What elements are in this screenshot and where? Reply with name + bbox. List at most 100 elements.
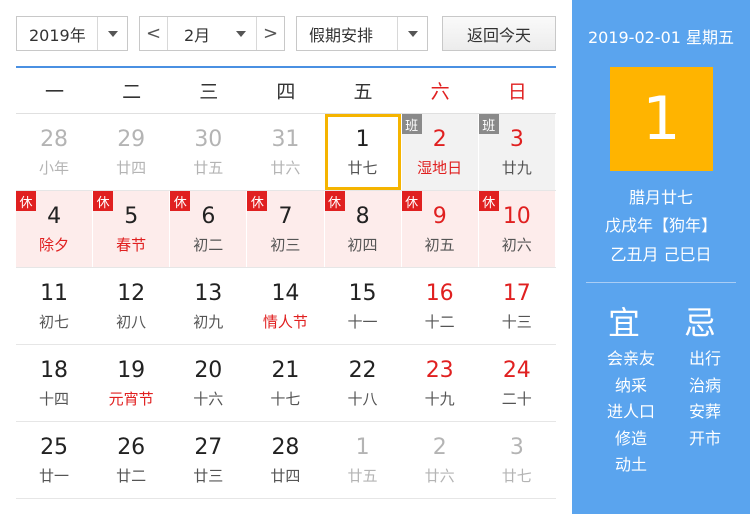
day-cell[interactable]: 16 十二 bbox=[402, 268, 479, 344]
rest-day-badge: 休 bbox=[16, 191, 36, 211]
chevron-down-icon[interactable] bbox=[97, 17, 127, 50]
rest-day-badge: 休 bbox=[247, 191, 268, 211]
day-cell[interactable]: 27 廿三 bbox=[170, 422, 247, 498]
lunar-label: 廿六 bbox=[424, 466, 455, 485]
day-cell[interactable]: 休 10 初六 bbox=[478, 191, 556, 267]
day-cell[interactable]: 休 4 除夕 bbox=[16, 191, 94, 267]
holiday-select[interactable]: 假期安排 bbox=[296, 16, 428, 51]
day-cell[interactable]: 班 3 廿九 bbox=[478, 114, 556, 190]
day-number: 27 bbox=[194, 434, 223, 460]
week-row: 28 小年 29 廿四 30 廿五 31 廿六 1 廿七班 2 湿地日班 3 廿九 bbox=[16, 114, 556, 191]
day-cell[interactable]: 17 十三 bbox=[479, 268, 556, 344]
rest-day-badge: 休 bbox=[478, 191, 499, 211]
day-cell[interactable]: 15 十一 bbox=[325, 268, 402, 344]
day-cell[interactable]: 休 5 春节 bbox=[93, 191, 171, 267]
day-number: 24 bbox=[502, 357, 531, 383]
chevron-down-icon[interactable] bbox=[397, 17, 427, 50]
lunar-label: 情人节 bbox=[262, 312, 308, 331]
lunar-label: 小年 bbox=[39, 158, 70, 177]
lunar-label: 十八 bbox=[347, 389, 378, 408]
next-month-button[interactable]: > bbox=[256, 17, 284, 50]
yi-heading: 宜 bbox=[608, 304, 641, 342]
almanac-item: 纳采 bbox=[614, 375, 647, 395]
holiday-select-value: 假期安排 bbox=[309, 25, 374, 45]
day-cell[interactable]: 24 二十 bbox=[479, 345, 556, 421]
lunar-label: 十二 bbox=[424, 312, 455, 331]
day-cell[interactable]: 21 十七 bbox=[247, 345, 324, 421]
day-cell[interactable]: 31 廿六 bbox=[247, 114, 324, 190]
lunar-label: 廿五 bbox=[347, 466, 378, 485]
ji-heading: 忌 bbox=[684, 304, 717, 342]
day-number: 17 bbox=[502, 280, 531, 306]
day-cell[interactable]: 11 初七 bbox=[16, 268, 93, 344]
ji-list: 出行 治病 安葬 开市 bbox=[674, 346, 736, 452]
day-cell[interactable]: 3 廿七 bbox=[479, 422, 556, 498]
day-cell[interactable]: 26 廿二 bbox=[93, 422, 170, 498]
back-to-today-button[interactable]: 返回今天 bbox=[442, 16, 556, 51]
week-row: 休 4 除夕休 5 春节休 6 初二休 7 初三休 8 初四休 9 初五休 10 初六 bbox=[16, 191, 556, 268]
weekday-label: 一 bbox=[45, 81, 65, 103]
year-select[interactable]: 2019年 bbox=[16, 16, 128, 51]
lunar-label: 初八 bbox=[116, 312, 147, 331]
day-detail-panel: 2019-02-01 星期五 1 腊月廿七 戊戌年【狗年】 乙丑月 己巳日 宜 … bbox=[572, 0, 750, 514]
day-number: 30 bbox=[194, 126, 223, 152]
year-select-value: 2019年 bbox=[29, 25, 86, 45]
day-cell[interactable]: 20 十六 bbox=[170, 345, 247, 421]
day-number: 31 bbox=[271, 126, 300, 152]
lunar-label: 廿九 bbox=[501, 158, 532, 177]
day-number: 11 bbox=[40, 280, 69, 306]
month-select[interactable]: 2月 bbox=[168, 17, 256, 50]
day-number: 13 bbox=[194, 280, 223, 306]
day-cell[interactable]: 14 情人节 bbox=[247, 268, 324, 344]
almanac-item: 修造 bbox=[614, 428, 647, 448]
day-cell[interactable]: 13 初九 bbox=[170, 268, 247, 344]
day-cell[interactable]: 23 十九 bbox=[402, 345, 479, 421]
month-select-value: 2月 bbox=[184, 25, 211, 45]
almanac-item: 进人口 bbox=[606, 402, 655, 421]
rest-day-badge: 休 bbox=[324, 191, 345, 211]
lunar-label: 廿五 bbox=[193, 158, 224, 177]
lunar-date: 腊月廿七 bbox=[628, 188, 693, 207]
day-number: 8 bbox=[355, 203, 370, 229]
rest-day-badge: 休 bbox=[93, 191, 114, 211]
ganzhi-year: 戊戌年【狗年】 bbox=[604, 216, 717, 235]
day-number: 5 bbox=[124, 203, 139, 229]
day-cell[interactable]: 12 初八 bbox=[93, 268, 170, 344]
day-cell[interactable]: 休 6 初二 bbox=[170, 191, 248, 267]
day-cell[interactable]: 30 廿五 bbox=[170, 114, 247, 190]
day-number: 26 bbox=[117, 434, 146, 460]
lunar-label: 初六 bbox=[501, 235, 532, 254]
weekday-header: 一二三四五六日 bbox=[16, 68, 556, 114]
day-cell[interactable]: 22 十八 bbox=[325, 345, 402, 421]
day-number: 20 bbox=[194, 357, 223, 383]
almanac-item: 开市 bbox=[688, 428, 721, 448]
rest-day-badge: 休 bbox=[170, 191, 191, 211]
lunar-label: 十七 bbox=[270, 389, 301, 408]
day-number: 3 bbox=[509, 126, 524, 152]
day-cell[interactable]: 28 廿四 bbox=[247, 422, 324, 498]
day-cell[interactable]: 1 廿七 bbox=[325, 114, 402, 190]
lunar-label: 廿二 bbox=[116, 466, 147, 485]
day-cell[interactable]: 班 2 湿地日 bbox=[401, 114, 479, 190]
panel-divider bbox=[586, 282, 736, 283]
lunar-label: 除夕 bbox=[39, 235, 70, 254]
day-number: 3 bbox=[509, 434, 524, 460]
chevron-down-icon[interactable] bbox=[236, 30, 246, 37]
day-cell[interactable]: 19 元宵节 bbox=[93, 345, 170, 421]
day-cell[interactable]: 25 廿一 bbox=[16, 422, 93, 498]
calendar-weeks: 28 小年 29 廿四 30 廿五 31 廿六 1 廿七班 2 湿地日班 3 廿九休 4 除夕休 5 春节休 6 初二… bbox=[16, 114, 556, 499]
prev-month-button[interactable]: < bbox=[140, 17, 168, 50]
work-day-badge: 班 bbox=[401, 114, 422, 134]
lunar-label: 十四 bbox=[39, 389, 70, 408]
day-cell[interactable]: 28 小年 bbox=[16, 114, 93, 190]
weekday-label: 二 bbox=[122, 81, 142, 103]
day-cell[interactable]: 29 廿四 bbox=[93, 114, 170, 190]
day-cell[interactable]: 休 8 初四 bbox=[324, 191, 402, 267]
day-number: 1 bbox=[355, 434, 370, 460]
day-cell[interactable]: 1 廿五 bbox=[325, 422, 402, 498]
day-cell[interactable]: 休 9 初五 bbox=[401, 191, 479, 267]
day-cell[interactable]: 2 廿六 bbox=[402, 422, 479, 498]
day-cell[interactable]: 休 7 初三 bbox=[247, 191, 325, 267]
day-number: 10 bbox=[502, 203, 531, 229]
day-cell[interactable]: 18 十四 bbox=[16, 345, 93, 421]
